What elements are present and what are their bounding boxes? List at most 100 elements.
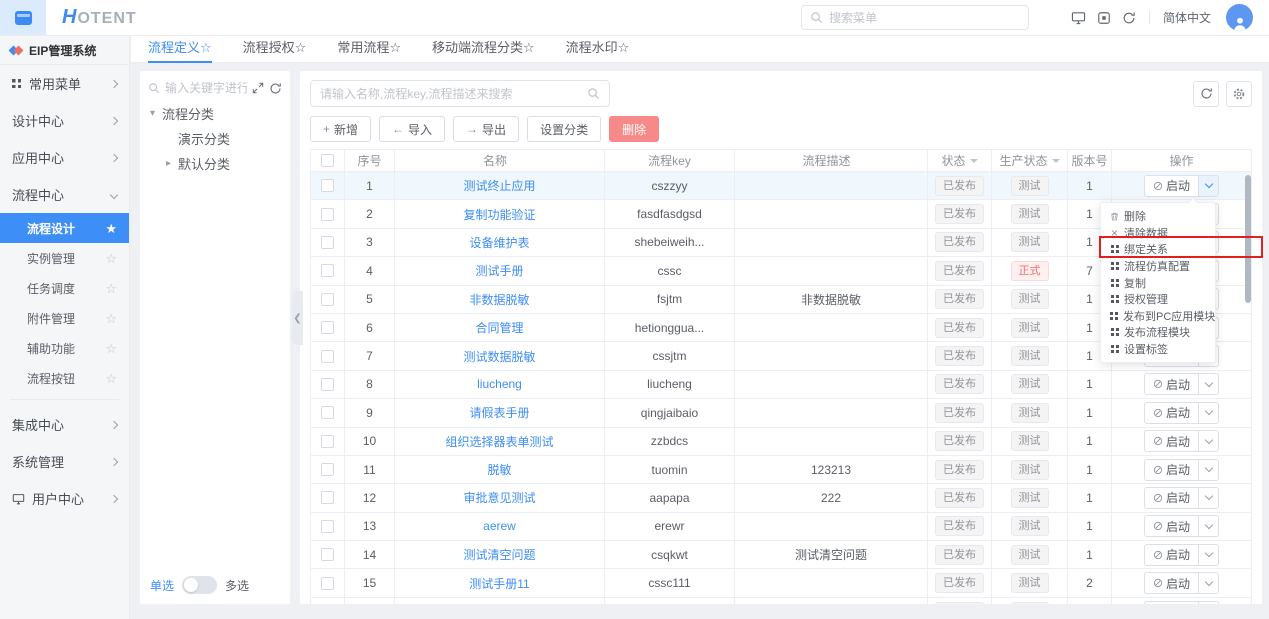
start-button[interactable]: 启动	[1145, 177, 1198, 194]
start-button[interactable]: 启动	[1145, 489, 1198, 506]
sidebar-item[interactable]: 辅助功能 ☆	[0, 333, 129, 363]
refresh-list-button[interactable]	[1193, 80, 1219, 107]
row-checkbox[interactable]	[321, 576, 334, 590]
sidebar-item[interactable]: 任务调度 ☆	[0, 273, 129, 303]
process-name-link[interactable]: 审批意见测试	[463, 489, 535, 506]
settings-gear-button[interactable]	[1226, 80, 1252, 107]
start-button[interactable]: 启动	[1145, 404, 1198, 421]
collapse-sidebar-button[interactable]	[0, 0, 46, 35]
action-dropdown-button[interactable]	[1198, 601, 1218, 604]
context-menu-item[interactable]: 发布到PC应用模块	[1101, 308, 1215, 325]
filter-caret-icon[interactable]	[1051, 158, 1060, 167]
table-row[interactable]: 13 aerew erewr 已发布 测试 1 启动	[310, 512, 1252, 542]
row-checkbox[interactable]	[321, 491, 334, 505]
tab[interactable]: 常用流程☆	[337, 37, 401, 62]
context-menu-item[interactable]: 发布流程模块	[1101, 324, 1215, 341]
select-all-checkbox[interactable]	[321, 154, 334, 167]
col-name[interactable]: 名称	[395, 150, 605, 171]
tree-node[interactable]: ▾ 流程分类	[140, 101, 290, 126]
table-row[interactable]: 9 请假表手册 qingjaibaio 已发布 测试 1 启动	[310, 399, 1252, 428]
process-name-link[interactable]: 设备维护表	[469, 234, 529, 251]
process-name-link[interactable]: 测试手册11	[469, 575, 529, 592]
context-menu-item[interactable]: 删除	[1101, 208, 1215, 225]
row-checkbox[interactable]	[321, 519, 334, 533]
process-name-link[interactable]: 非数据脱敏	[469, 291, 529, 308]
tree-node[interactable]: 演示分类	[140, 126, 290, 151]
row-checkbox[interactable]	[321, 406, 334, 420]
action-dropdown-button[interactable]	[1198, 459, 1218, 480]
toolbar-button[interactable]: + 新增	[310, 116, 372, 142]
sidebar-item[interactable]: 系统管理	[0, 443, 129, 480]
tab[interactable]: 移动端流程分类☆	[432, 37, 535, 62]
row-checkbox[interactable]	[321, 207, 334, 221]
table-row[interactable]: 11 脱敏 tuomin 123213 已发布 测试 1 启动	[310, 455, 1252, 485]
caret-down-icon[interactable]: ▾	[148, 108, 157, 119]
expand-tree-icon[interactable]	[252, 82, 264, 94]
context-menu-item[interactable]: 设置标签	[1101, 341, 1215, 358]
collapse-tree-handle[interactable]: ❮	[292, 291, 303, 345]
table-scrollbar-thumb[interactable]	[1245, 175, 1251, 303]
table-row[interactable]: 10 组织选择器表单测试 zzbdcs 已发布 测试 1 启动	[310, 427, 1252, 456]
sort-icon[interactable]	[854, 154, 860, 167]
sort-icon[interactable]	[510, 154, 516, 167]
sidebar-item[interactable]: 用户中心	[0, 480, 129, 517]
filter-caret-icon[interactable]	[969, 158, 978, 167]
refresh-icon[interactable]	[1122, 11, 1136, 25]
row-checkbox[interactable]	[321, 349, 334, 363]
process-name-link[interactable]: 复制功能验证	[463, 206, 535, 223]
monitor-icon[interactable]	[1071, 11, 1086, 25]
tab[interactable]: 流程授权☆	[243, 37, 307, 62]
action-dropdown-button[interactable]	[1198, 431, 1218, 452]
tree-node[interactable]: ▸ 默认分类	[140, 151, 290, 176]
fullscreen-icon[interactable]	[1097, 11, 1111, 25]
row-checkbox[interactable]	[321, 548, 334, 562]
start-button[interactable]: 启动	[1145, 461, 1198, 478]
start-button[interactable]: 启动	[1145, 546, 1198, 563]
table-row[interactable]: 12 审批意见测试 aapapa 222 已发布 测试 1 启动	[310, 484, 1252, 513]
sidebar-item[interactable]: 流程按钮 ☆	[0, 363, 129, 393]
process-name-link[interactable]: 组织选择器表单测试	[445, 433, 553, 450]
row-checkbox[interactable]	[321, 434, 334, 448]
action-dropdown-button[interactable]	[1198, 487, 1218, 508]
table-row[interactable]: 14 测试清空问题 csqkwt 测试清空问题 已发布 测试 1 启动	[310, 541, 1252, 570]
user-avatar[interactable]	[1226, 4, 1253, 31]
sidebar-item[interactable]: 应用中心	[0, 139, 129, 176]
sidebar-item[interactable]: 集成中心	[0, 406, 129, 443]
action-dropdown-button[interactable]	[1198, 544, 1218, 565]
start-button[interactable]: 启动	[1145, 603, 1198, 604]
action-dropdown-button[interactable]	[1198, 374, 1218, 395]
toolbar-button[interactable]: 设置分类	[527, 116, 602, 142]
sidebar-item[interactable]: 流程设计 ★	[0, 213, 129, 243]
process-name-link[interactable]: 测试数据脱敏	[463, 348, 535, 365]
delete-button[interactable]: 删除	[609, 116, 660, 142]
row-checkbox[interactable]	[321, 235, 334, 249]
process-name-link[interactable]: 合同管理	[475, 319, 523, 336]
action-dropdown-button[interactable]	[1198, 402, 1218, 423]
refresh-tree-icon[interactable]	[269, 82, 282, 95]
context-menu-item[interactable]: 授权管理	[1101, 291, 1215, 308]
process-name-link[interactable]: 测试终止应用	[463, 177, 535, 194]
sidebar-item[interactable]: 附件管理 ☆	[0, 303, 129, 333]
toolbar-button[interactable]: → 导出	[453, 116, 520, 142]
caret-right-icon[interactable]: ▸	[164, 158, 173, 169]
sidebar-item[interactable]: 设计中心	[0, 102, 129, 139]
start-button[interactable]: 启动	[1145, 433, 1198, 450]
sidebar-item[interactable]: 实例管理 ☆	[0, 243, 129, 273]
start-button[interactable]: 启动	[1145, 575, 1198, 592]
action-dropdown-button[interactable]	[1198, 516, 1218, 537]
context-menu-item[interactable]: × 清除数据	[1101, 225, 1215, 242]
row-checkbox[interactable]	[321, 463, 334, 477]
row-checkbox[interactable]	[321, 264, 334, 278]
select-mode-toggle[interactable]	[182, 576, 218, 594]
search-icon[interactable]	[587, 87, 600, 100]
row-checkbox[interactable]	[321, 292, 334, 306]
table-row[interactable]: 15 测试手册11 cssc111 已发布 测试 2 启动	[310, 569, 1252, 598]
sidebar-item[interactable]: 常用菜单	[0, 65, 129, 102]
process-name-link[interactable]: liucheng	[477, 377, 522, 391]
toolbar-button[interactable]: ← 导入	[379, 116, 446, 142]
context-menu-item[interactable]: 复制	[1101, 274, 1215, 291]
sidebar-item[interactable]: 流程中心	[0, 176, 129, 213]
table-row[interactable]: 8 liucheng liucheng 已发布 测试 1 启动	[310, 370, 1252, 400]
process-name-link[interactable]: 测试手册	[475, 262, 523, 279]
process-name-link[interactable]: 脱敏	[487, 461, 511, 478]
